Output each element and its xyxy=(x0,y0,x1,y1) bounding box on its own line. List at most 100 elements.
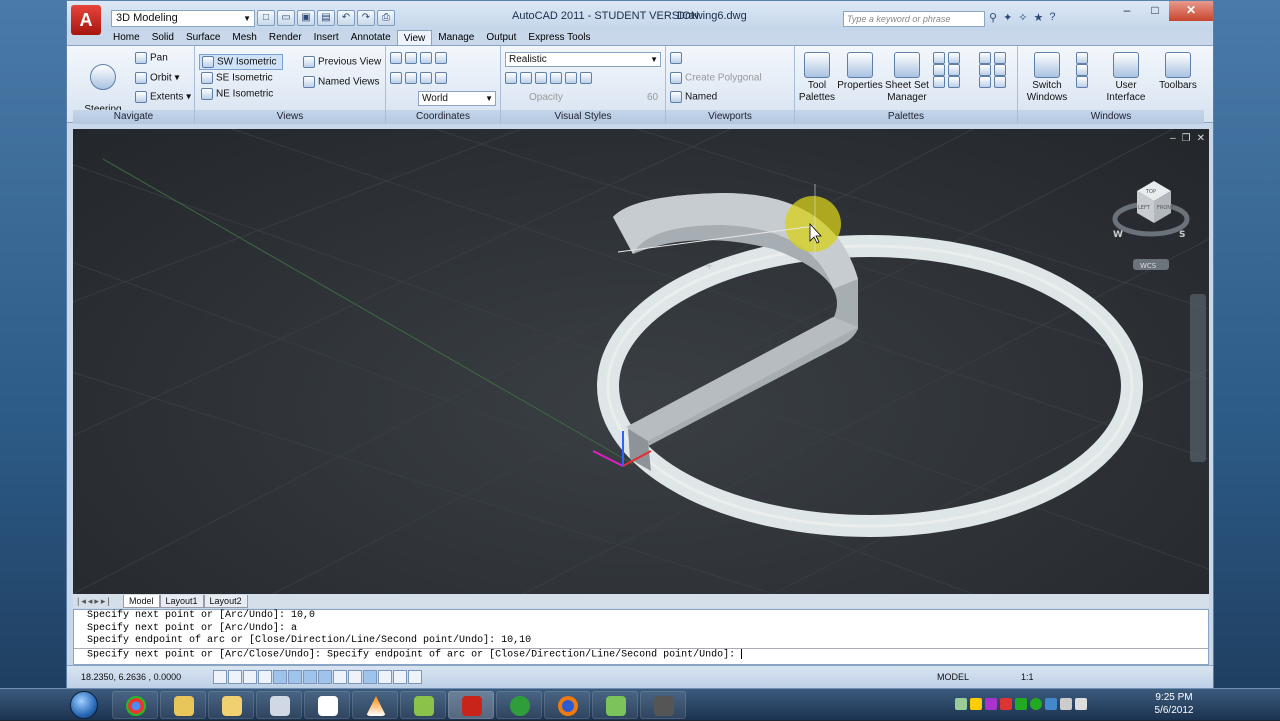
open-icon[interactable]: ▭ xyxy=(277,10,295,26)
named-viewports-button[interactable]: Named xyxy=(670,91,717,103)
tab-model[interactable]: Model xyxy=(123,594,160,608)
switch-windows-button[interactable]: Switch Windows xyxy=(1024,52,1070,104)
volume-icon[interactable] xyxy=(1075,698,1087,710)
undo-icon[interactable]: ↶ xyxy=(337,10,355,26)
infer-constraints-toggle[interactable] xyxy=(213,670,227,684)
close-icon[interactable]: ✕ xyxy=(1197,133,1205,144)
tab-surface[interactable]: Surface xyxy=(180,30,226,45)
visual-style-dropdown[interactable]: Realistic ▼ xyxy=(505,52,661,67)
search-input[interactable]: Type a keyword or phrase xyxy=(843,11,985,27)
start-button[interactable] xyxy=(66,689,102,721)
tab-mesh[interactable]: Mesh xyxy=(226,30,262,45)
taskbar-tool[interactable] xyxy=(640,691,686,719)
star-icon[interactable]: ★ xyxy=(1034,11,1044,24)
ucs-tools-row2[interactable] xyxy=(390,72,450,84)
minimize-icon[interactable]: – xyxy=(1113,1,1141,21)
qp-toggle[interactable] xyxy=(393,670,407,684)
window-arrange-buttons[interactable] xyxy=(1076,52,1091,88)
palette-grid-2[interactable] xyxy=(979,52,1009,88)
previous-view-button[interactable]: Previous View xyxy=(303,56,381,68)
taskbar-folder[interactable] xyxy=(208,691,254,719)
tray-icon[interactable] xyxy=(970,698,982,710)
view-sw-isometric[interactable]: SW Isometric xyxy=(199,54,283,70)
osnap-toggle[interactable] xyxy=(288,670,302,684)
otrack-toggle[interactable] xyxy=(318,670,332,684)
workspace-selector[interactable]: 3D Modeling ▼ xyxy=(111,10,255,27)
help-icon[interactable]: ? xyxy=(1049,11,1055,24)
create-polygonal-button[interactable]: Create Polygonal xyxy=(670,72,762,84)
sheet-set-manager-button[interactable]: Sheet Set Manager xyxy=(883,52,931,104)
taskbar-utorrent[interactable] xyxy=(496,691,542,719)
tray-icon[interactable] xyxy=(1000,698,1012,710)
tab-view[interactable]: View xyxy=(396,30,433,45)
taskbar-notepad[interactable] xyxy=(304,691,350,719)
binoculars-icon[interactable]: ⚲ xyxy=(989,11,997,24)
tools-icon[interactable]: ✦ xyxy=(1003,11,1012,24)
taskbar-camtasia[interactable] xyxy=(592,691,638,719)
ducs-toggle[interactable] xyxy=(333,670,347,684)
save-icon[interactable]: ▣ xyxy=(297,10,315,26)
restore-icon[interactable]: ❐ xyxy=(1182,133,1191,144)
tab-annotate[interactable]: Annotate xyxy=(345,30,397,45)
tab-layout1[interactable]: Layout1 xyxy=(159,594,204,608)
snap-toggle[interactable] xyxy=(228,670,242,684)
minimize-icon[interactable]: – xyxy=(1170,133,1176,144)
drawing-viewport[interactable]: + TOP LEFT FRONT W S WCS – ❐ ✕ xyxy=(73,129,1209,594)
extents-button[interactable]: Extents ▾ xyxy=(135,91,191,103)
tab-manage[interactable]: Manage xyxy=(432,30,480,45)
tab-layout2[interactable]: Layout2 xyxy=(203,594,248,608)
polar-toggle[interactable] xyxy=(273,670,287,684)
plot-icon[interactable]: ⎙ xyxy=(377,10,395,26)
tab-solid[interactable]: Solid xyxy=(146,30,180,45)
tab-output[interactable]: Output xyxy=(480,30,522,45)
ucs-tools-row1[interactable] xyxy=(390,52,450,64)
tray-icon[interactable] xyxy=(1015,698,1027,710)
layout-nav-arrows[interactable]: |◂◂▸▸| xyxy=(73,596,123,607)
orbit-button[interactable]: Orbit ▾ xyxy=(135,72,179,84)
view-se-isometric[interactable]: SE Isometric xyxy=(201,72,273,84)
taskbar-vlc[interactable] xyxy=(352,691,398,719)
properties-button[interactable]: Properties xyxy=(835,52,885,91)
onenote-icon[interactable] xyxy=(985,698,997,710)
tab-express-tools[interactable]: Express Tools xyxy=(522,30,596,45)
command-line[interactable]: Specify next point or [Arc/Undo]: 10,0 S… xyxy=(73,609,1209,665)
opacity-slider[interactable]: Opacity xyxy=(529,92,563,103)
application-menu-button[interactable]: A xyxy=(71,5,101,35)
named-views-button[interactable]: Named Views xyxy=(303,76,380,88)
user-interface-button[interactable]: User Interface xyxy=(1100,52,1152,104)
view-ne-isometric[interactable]: NE Isometric xyxy=(201,88,273,100)
tray-icon[interactable] xyxy=(955,698,967,710)
new-icon[interactable]: □ xyxy=(257,10,275,26)
ortho-toggle[interactable] xyxy=(258,670,272,684)
pan-button[interactable]: Pan xyxy=(135,52,168,64)
communication-icon[interactable]: ✧ xyxy=(1018,11,1027,24)
toolbars-button[interactable]: Toolbars xyxy=(1154,52,1202,91)
maximize-icon[interactable]: □ xyxy=(1141,1,1169,21)
dyn-toggle[interactable] xyxy=(348,670,362,684)
close-icon[interactable]: ✕ xyxy=(1169,1,1213,21)
ucs-dropdown[interactable]: World ▼ xyxy=(418,91,496,106)
tab-render[interactable]: Render xyxy=(263,30,308,45)
taskbar-chrome[interactable] xyxy=(112,691,158,719)
taskbar-calculator[interactable] xyxy=(256,691,302,719)
viewport-config-button[interactable] xyxy=(670,52,685,64)
palette-grid[interactable] xyxy=(933,52,963,88)
lwt-toggle[interactable] xyxy=(363,670,377,684)
taskbar-autocad[interactable] xyxy=(448,691,494,719)
clock[interactable]: 9:25 PM 5/6/2012 xyxy=(1146,691,1202,717)
sc-toggle[interactable] xyxy=(408,670,422,684)
navigation-bar[interactable] xyxy=(1190,294,1206,462)
grid-toggle[interactable] xyxy=(243,670,257,684)
taskbar-explorer[interactable] xyxy=(160,691,206,719)
taskbar-firefox[interactable] xyxy=(544,691,590,719)
model-space-label[interactable]: MODEL xyxy=(937,672,969,682)
tab-insert[interactable]: Insert xyxy=(308,30,345,45)
3dosnap-toggle[interactable] xyxy=(303,670,317,684)
saveas-icon[interactable]: ▤ xyxy=(317,10,335,26)
utorrent-tray-icon[interactable] xyxy=(1030,698,1042,710)
command-input[interactable]: Specify next point or [Arc/Close/Undo]: … xyxy=(74,647,1208,660)
tpy-toggle[interactable] xyxy=(378,670,392,684)
network-icon[interactable] xyxy=(1045,698,1057,710)
taskbar-app[interactable] xyxy=(400,691,446,719)
visual-style-tools[interactable] xyxy=(505,72,595,84)
